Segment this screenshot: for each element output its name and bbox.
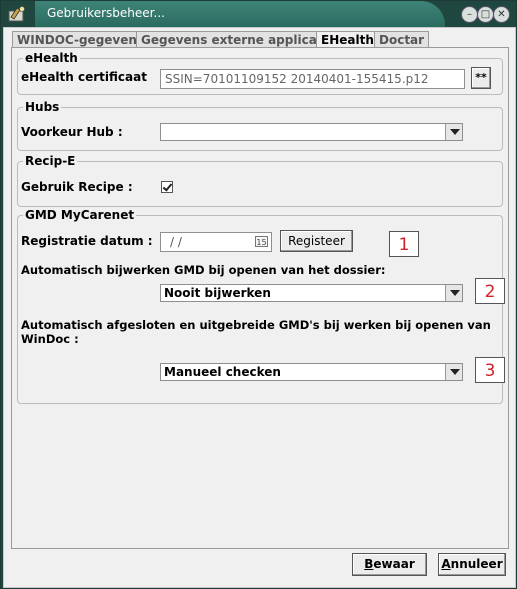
ehealth-legend: eHealth	[23, 51, 80, 65]
auto-closed-label-cont: WinDoc :	[21, 332, 79, 346]
auto-closed-value: Manueel checken	[164, 365, 281, 379]
annotation-2: 2	[475, 278, 505, 304]
use-recipe-checkbox[interactable]	[161, 181, 173, 193]
minimize-button[interactable]: –	[461, 6, 478, 23]
ehealth-group: eHealth eHealth certificaat SSIN=7010110…	[17, 51, 503, 95]
registration-date-field[interactable]: / / 15	[160, 232, 272, 252]
cancel-button[interactable]: Annuleer	[438, 553, 506, 576]
maximize-icon: □	[480, 9, 491, 20]
ehealth-certificate-field[interactable]: SSIN=70101109152 20140401-155415.p12	[160, 69, 465, 89]
app-icon	[8, 6, 25, 22]
close-button[interactable]: ✕	[493, 6, 510, 23]
titlebar[interactable]: Gebruikersbeheer... – □ ✕	[1, 1, 516, 27]
gmd-group: GMD MyCarenet Registratie datum : / / 15…	[17, 208, 503, 404]
recipe-group: Recip-E Gebruik Recipe :	[17, 154, 503, 207]
hubs-group: Hubs Voorkeur Hub :	[17, 100, 503, 151]
register-button[interactable]: Registeer	[280, 230, 353, 252]
calendar-icon[interactable]: 15	[255, 236, 268, 247]
tab-page-ehealth: eHealth eHealth certificaat SSIN=7010110…	[11, 47, 509, 549]
window-title: Gebruikersbeheer...	[47, 6, 165, 20]
auto-closed-select[interactable]: Manueel checken	[160, 363, 463, 381]
auto-update-select[interactable]: Nooit bijwerken	[160, 284, 463, 302]
registration-date-label: Registratie datum :	[21, 234, 153, 248]
cancel-label: nnuleer	[450, 557, 503, 571]
ehealth-certificate-label: eHealth certificaat	[21, 70, 147, 84]
recipe-legend: Recip-E	[23, 154, 78, 168]
chevron-down-icon	[445, 124, 462, 140]
certificate-browse-button[interactable]: **	[471, 67, 491, 89]
preferred-hub-select[interactable]	[160, 123, 463, 141]
hubs-legend: Hubs	[23, 100, 62, 114]
window: Gebruikersbeheer... – □ ✕ WINDOC-gegeven…	[0, 0, 517, 589]
save-button[interactable]: Bewaar	[352, 553, 427, 576]
use-recipe-label: Gebruik Recipe :	[21, 180, 133, 194]
cancel-accel: A	[441, 557, 451, 571]
preferred-hub-label: Voorkeur Hub :	[21, 125, 123, 139]
chevron-down-icon	[445, 285, 462, 301]
client-area: WINDOC-gegevens Gegevens externe applica…	[3, 27, 516, 588]
auto-update-value: Nooit bijwerken	[164, 286, 271, 300]
auto-closed-label: Automatisch afgesloten en uitgebreide GM…	[21, 318, 491, 332]
annotation-3: 3	[475, 357, 505, 383]
maximize-button[interactable]: □	[477, 6, 494, 23]
save-label: ewaar	[373, 557, 415, 571]
gmd-legend: GMD MyCarenet	[23, 208, 137, 222]
close-icon: ✕	[497, 9, 506, 20]
registration-date-value: / /	[170, 235, 182, 249]
chevron-down-icon	[445, 364, 462, 380]
auto-update-label: Automatisch bijwerken GMD bij openen van…	[21, 263, 386, 277]
minimize-icon: –	[467, 9, 472, 20]
annotation-1: 1	[389, 231, 419, 257]
